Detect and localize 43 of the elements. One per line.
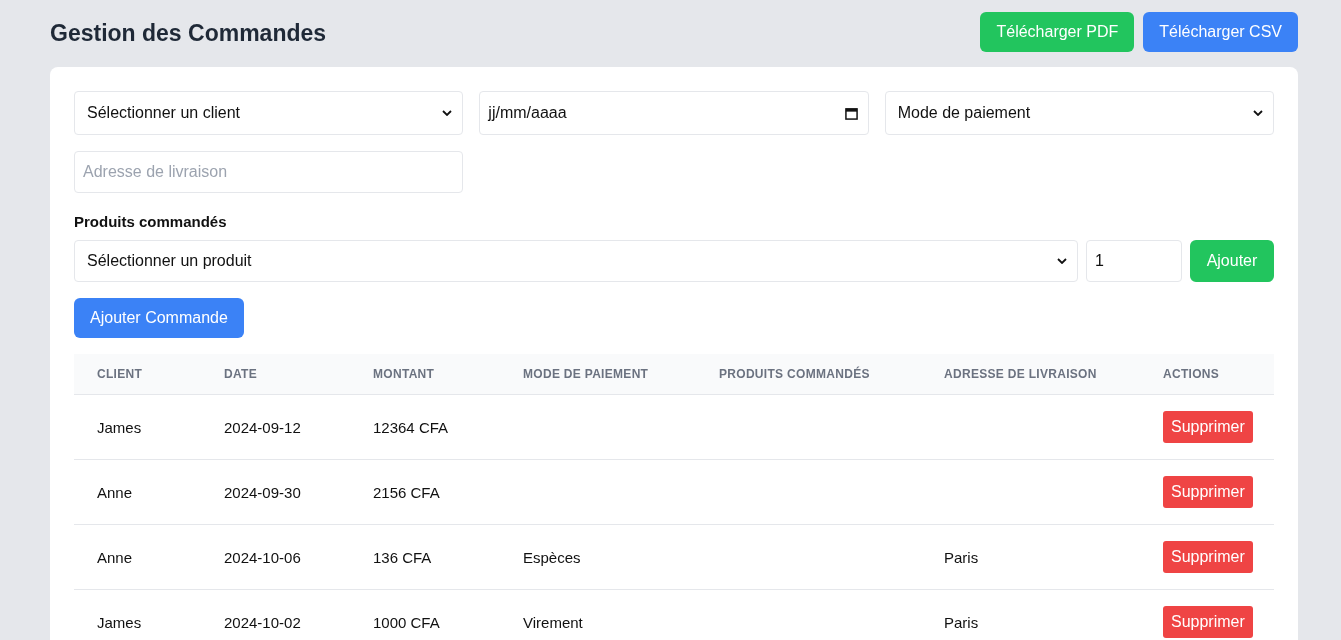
table-cell: Espèces (523, 548, 581, 566)
table-cell: 2024-10-02 (224, 613, 301, 631)
table-cell: 1000 CFA (373, 613, 440, 631)
table-cell: 2156 CFA (373, 483, 440, 501)
delete-button[interactable]: Supprimer (1163, 606, 1253, 638)
table-cell: 2024-10-06 (224, 548, 301, 566)
column-header: PRODUITS COMMANDÉS (696, 354, 921, 395)
add-order-button[interactable]: Ajouter Commande (74, 298, 244, 338)
column-header: DATE (201, 354, 350, 395)
download-button[interactable]: Télécharger PDF (980, 12, 1135, 52)
chevron-down-icon (1057, 258, 1067, 264)
delete-button[interactable]: Supprimer (1163, 411, 1253, 443)
column-header: ADRESSE DE LIVRAISON (921, 354, 1140, 395)
column-header: MONTANT (350, 354, 500, 395)
quantity-input[interactable]: 1 (1086, 240, 1182, 282)
chevron-down-icon (442, 110, 453, 116)
date-field[interactable]: jj/mm/aaaa (479, 91, 869, 135)
delete-button[interactable]: Supprimer (1163, 541, 1253, 573)
table-cell: Anne (97, 548, 133, 566)
product-select[interactable]: Sélectionner un produit (74, 240, 1078, 282)
calendar-icon (844, 106, 858, 120)
table-cell: Anne (97, 483, 133, 501)
page-title: Gestion des Commandes (50, 20, 327, 47)
column-header: CLIENT (74, 354, 201, 395)
client-select[interactable]: Sélectionner un client (74, 91, 464, 135)
table-cell: James (97, 613, 142, 631)
payment-select[interactable]: Mode de paiement (884, 91, 1274, 135)
column-header: MODE DE PAIEMENT (500, 354, 696, 395)
table-cell: James (97, 418, 142, 436)
address-input[interactable]: Adresse de livraison (74, 151, 464, 193)
products-label: Produits commandés (74, 213, 228, 230)
table-cell: Paris (944, 548, 979, 566)
table-cell: Paris (944, 613, 979, 631)
table-cell: Virement (523, 613, 583, 631)
table-cell: 2024-09-30 (224, 483, 301, 501)
delete-button[interactable]: Supprimer (1163, 476, 1253, 508)
chevron-down-icon (1253, 110, 1263, 116)
download-button[interactable]: Télécharger CSV (1143, 12, 1298, 52)
column-header: ACTIONS (1140, 354, 1274, 395)
table-cell: 2024-09-12 (224, 418, 301, 436)
table-cell: 12364 CFA (373, 418, 449, 436)
add-product-button[interactable]: Ajouter (1190, 240, 1274, 282)
table-cell: 136 CFA (373, 548, 432, 566)
